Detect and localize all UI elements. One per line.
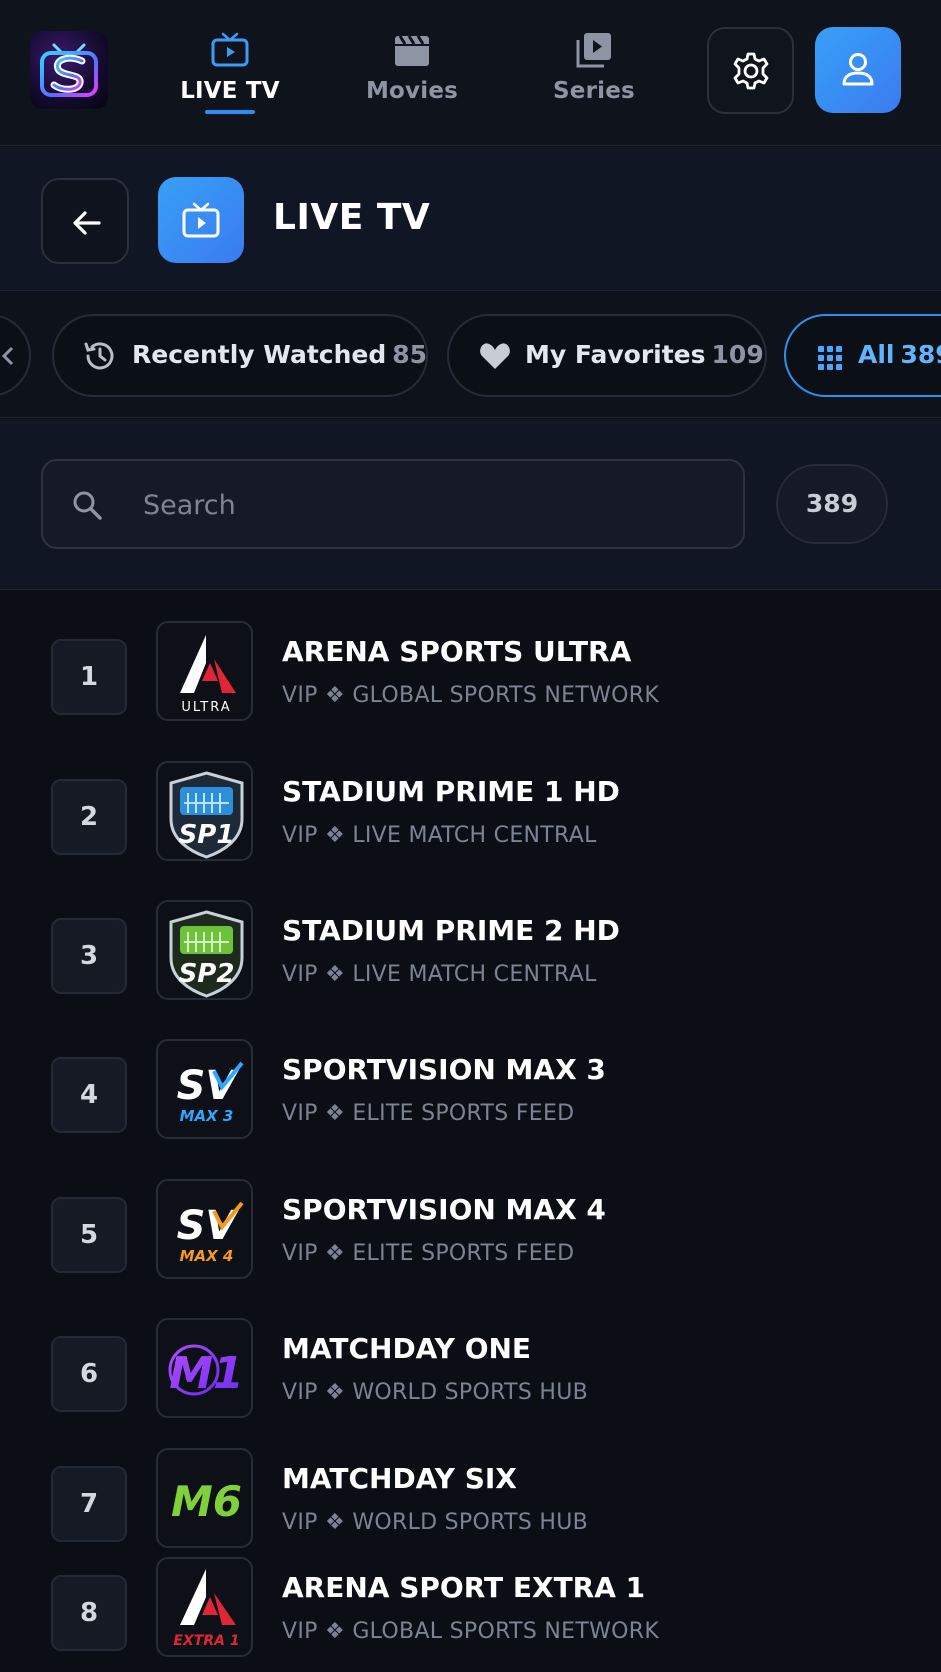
channel-number: 1 [51, 639, 127, 715]
channel-number: 7 [51, 1466, 127, 1542]
channel-logo: EXTRA 1 [156, 1557, 253, 1657]
channel-logo: SP1 [156, 761, 253, 861]
channel-row[interactable]: 6 M1 MATCHDAY ONE VIP ❖ WORLD SPORTS HUB [0, 1318, 941, 1438]
chip-label: Recently Watched [132, 340, 387, 369]
chip-count: 109 [711, 340, 764, 369]
channel-count-badge: 389 [776, 464, 888, 544]
channel-row[interactable]: 7 M6 MATCHDAY SIX VIP ❖ WORLD SPORTS HUB [0, 1448, 941, 1568]
tab-series[interactable]: Series [519, 26, 669, 116]
heart-icon [479, 341, 511, 376]
channel-subtitle: VIP ❖ LIVE MATCH CENTRAL [282, 823, 597, 848]
channel-subtitle: VIP ❖ WORLD SPORTS HUB [282, 1380, 589, 1405]
logo-text: SV [177, 1063, 240, 1109]
logo-text: SP1 [179, 820, 235, 850]
logo-text: SV [177, 1203, 240, 1249]
logo-text: M6 [171, 1477, 242, 1526]
tab-live-tv[interactable]: LIVE TV [155, 26, 305, 116]
channel-subtitle: VIP ❖ ELITE SPORTS FEED [282, 1101, 575, 1126]
logo-text: EXTRA 1 [173, 1633, 239, 1649]
channel-name: ARENA SPORT EXTRA 1 [282, 1571, 646, 1604]
channel-number: 6 [51, 1336, 127, 1412]
chevron-left-icon [0, 346, 16, 371]
settings-button[interactable] [707, 27, 794, 114]
channel-row[interactable]: 3 SP2 STADIUM PRIME 2 HD VIP ❖ LIVE MATC… [0, 900, 941, 1020]
channel-subtitle: VIP ❖ ELITE SPORTS FEED [282, 1241, 575, 1266]
page-header: LIVE TV [0, 147, 941, 291]
tab-label: Movies [365, 78, 459, 104]
channel-subtitle: VIP ❖ GLOBAL SPORTS NETWORK [282, 1619, 660, 1644]
logo-text: M1 [169, 1348, 243, 1399]
channel-name: STADIUM PRIME 1 HD [282, 775, 620, 808]
channel-row[interactable]: 5 SV MAX 4 SPORTVISION MAX 4 VIP ❖ ELITE… [0, 1179, 941, 1299]
channel-name: STADIUM PRIME 2 HD [282, 914, 620, 947]
channel-name: ARENA SPORTS ULTRA [282, 635, 632, 668]
channel-number: 2 [51, 779, 127, 855]
chip-previous[interactable] [0, 314, 31, 397]
chip-my-favorites[interactable]: My Favorites 109 [447, 314, 767, 397]
chip-label: All [858, 340, 895, 369]
channel-subtitle: VIP ❖ WORLD SPORTS HUB [282, 1510, 589, 1535]
channel-name: SPORTVISION MAX 3 [282, 1053, 606, 1086]
history-icon [82, 338, 118, 379]
chip-count: 389 [900, 340, 941, 369]
top-nav: LIVE TV Movies Series [0, 0, 941, 146]
active-tab-indicator [205, 110, 255, 114]
channel-logo: ULTRA [156, 621, 253, 721]
logo-text: ULTRA [181, 700, 231, 715]
live-tv-badge [158, 177, 244, 263]
channel-logo: SP2 [156, 900, 253, 1000]
channel-row[interactable]: 2 SP1 STADIUM PRIME 1 HD VIP ❖ LIVE MATC… [0, 761, 941, 881]
channel-number: 5 [51, 1197, 127, 1273]
back-button[interactable] [41, 178, 129, 264]
channel-subtitle: VIP ❖ LIVE MATCH CENTRAL [282, 962, 597, 987]
category-chips: Recently Watched 85 My Favorites 109 All 38… [0, 292, 941, 418]
chip-count: 85 [392, 340, 428, 369]
channel-row[interactable]: 8 EXTRA 1 ARENA SPORT EXTRA 1 VIP ❖ GLOB… [0, 1557, 941, 1672]
chip-label: My Favorites [525, 340, 706, 369]
channel-row[interactable]: 4 SV MAX 3 SPORTVISION MAX 3 VIP ❖ ELITE… [0, 1039, 941, 1159]
clapperboard-icon [392, 30, 432, 70]
tv-icon [210, 30, 250, 70]
page-title: LIVE TV [273, 197, 431, 238]
tab-movies[interactable]: Movies [337, 26, 487, 116]
search-input[interactable] [143, 481, 723, 529]
channel-row[interactable]: 1 ULTRA ARENA SPORTS ULTRA VIP ❖ GLOBAL … [0, 621, 941, 741]
play-library-icon [574, 30, 614, 70]
channel-logo: SV MAX 4 [156, 1179, 253, 1279]
channel-number: 3 [51, 918, 127, 994]
logo-subtext: MAX 4 [180, 1247, 234, 1265]
channel-logo: SV MAX 3 [156, 1039, 253, 1139]
chip-recently-watched[interactable]: Recently Watched 85 [52, 314, 428, 397]
grid-icon [818, 346, 842, 375]
channel-name: MATCHDAY SIX [282, 1462, 517, 1495]
channel-list: 1 ULTRA ARENA SPORTS ULTRA VIP ❖ GLOBAL … [0, 591, 941, 1672]
chip-all[interactable]: All389 [784, 314, 941, 397]
tab-label: Series [553, 78, 635, 104]
search-field[interactable] [41, 459, 745, 549]
channel-number: 4 [51, 1057, 127, 1133]
channel-logo: M1 [156, 1318, 253, 1418]
channel-number: 8 [51, 1575, 127, 1651]
logo-subtext: MAX 3 [180, 1107, 234, 1125]
logo-text: SP2 [179, 959, 235, 989]
profile-button[interactable] [815, 27, 901, 113]
channel-logo: M6 [156, 1448, 253, 1548]
channel-subtitle: VIP ❖ GLOBAL SPORTS NETWORK [282, 683, 660, 708]
channel-name: MATCHDAY ONE [282, 1332, 532, 1365]
channel-name: SPORTVISION MAX 4 [282, 1193, 606, 1226]
search-bar: 389 [0, 419, 941, 590]
tab-label: LIVE TV [180, 78, 280, 104]
app-logo[interactable] [30, 31, 108, 109]
